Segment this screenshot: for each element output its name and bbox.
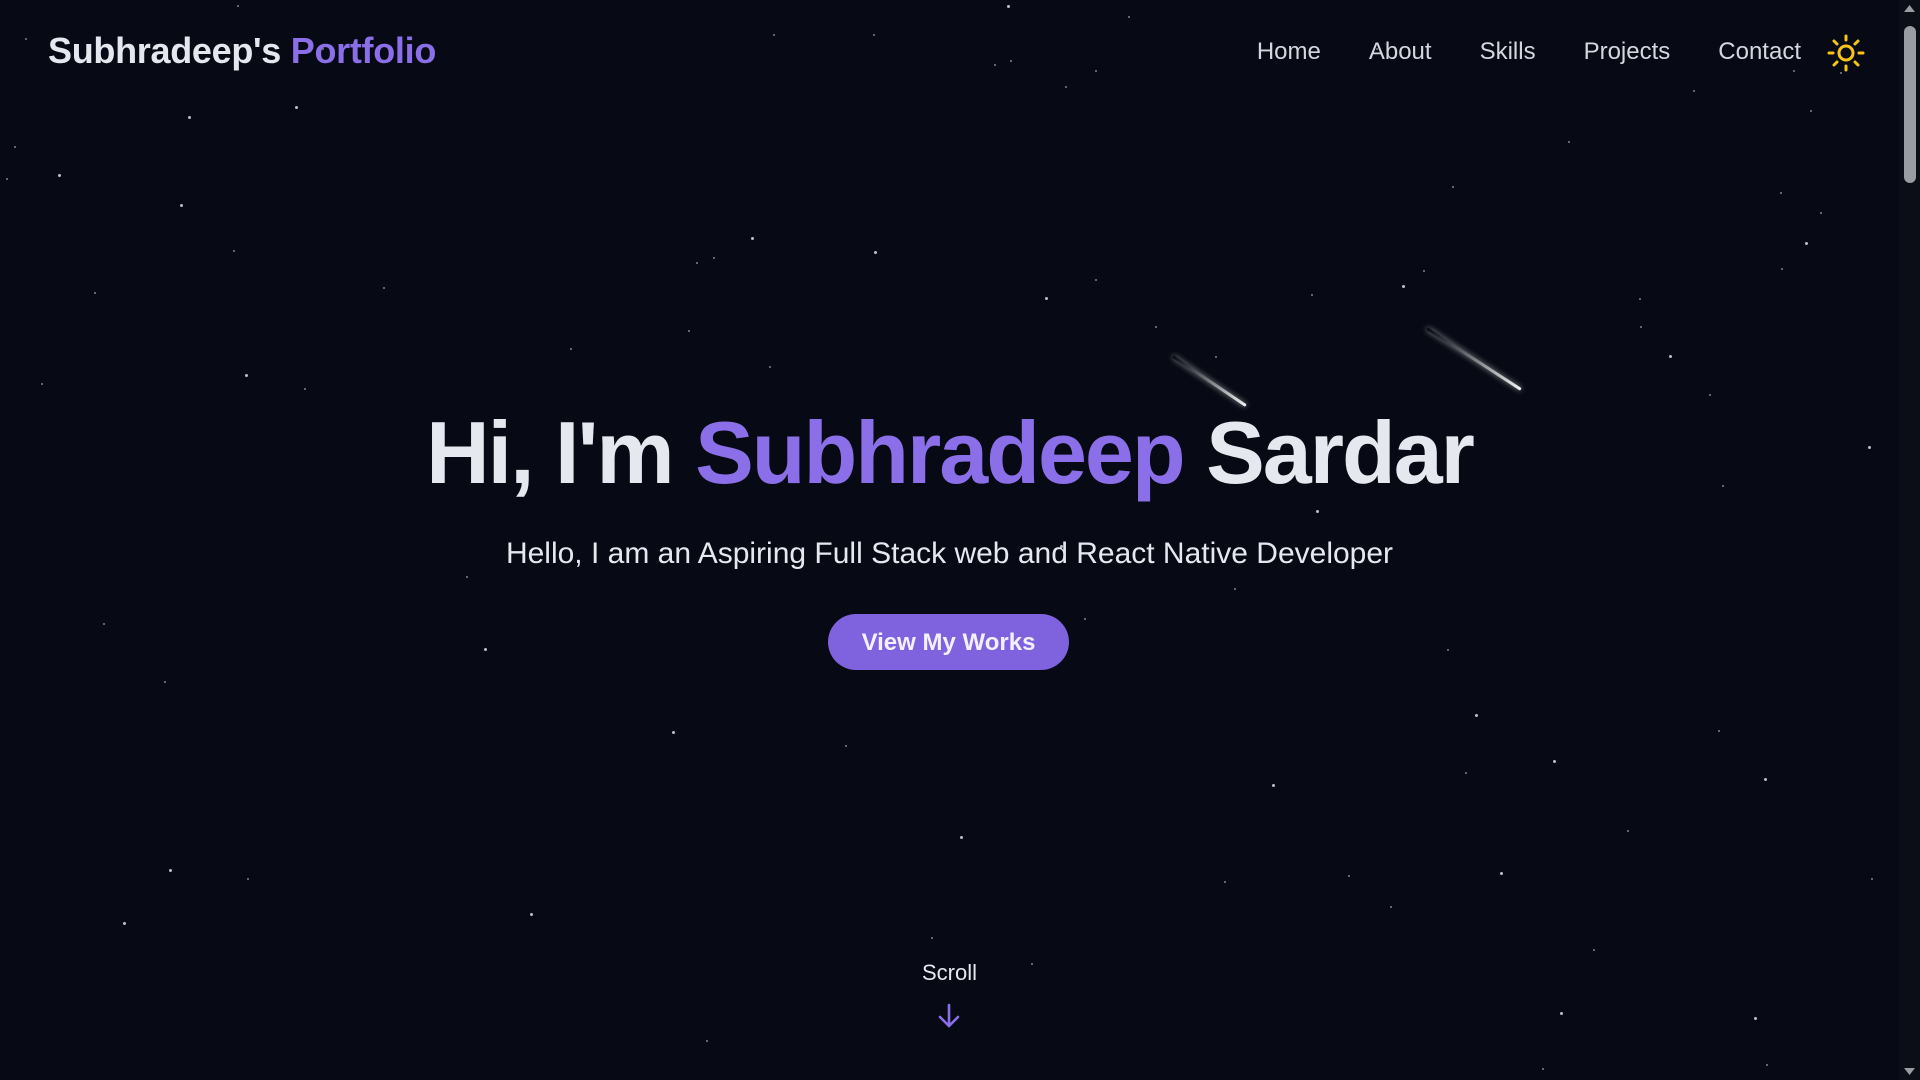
star bbox=[233, 250, 235, 252]
page-scrollbar[interactable] bbox=[1899, 0, 1920, 1080]
hero-title: Hi, I'm Subhradeep Sardar bbox=[0, 402, 1899, 504]
star bbox=[103, 623, 105, 625]
star bbox=[169, 869, 172, 872]
arrow-down-icon[interactable] bbox=[937, 1003, 961, 1029]
star bbox=[769, 366, 771, 368]
star bbox=[960, 836, 963, 839]
nav-link-contact[interactable]: Contact bbox=[1718, 38, 1801, 66]
star bbox=[874, 251, 877, 254]
nav-link-home[interactable]: Home bbox=[1257, 38, 1321, 66]
star bbox=[1084, 618, 1086, 620]
hero-subtitle: Hello, I am an Aspiring Full Stack web a… bbox=[505, 537, 1394, 570]
star bbox=[1215, 356, 1217, 358]
star bbox=[1718, 730, 1720, 732]
brand-accent: Portfolio bbox=[290, 30, 437, 71]
star bbox=[1155, 326, 1157, 328]
star bbox=[1709, 394, 1711, 396]
nav-link-about[interactable]: About bbox=[1369, 38, 1432, 66]
hero-first-name: Subhradeep bbox=[695, 403, 1186, 502]
star bbox=[41, 383, 43, 385]
star bbox=[1871, 878, 1873, 880]
viewport: Subhradeep's Portfolio Home About Skills… bbox=[0, 0, 1899, 1080]
star bbox=[1234, 588, 1236, 590]
star bbox=[1820, 212, 1822, 214]
star bbox=[1639, 298, 1641, 300]
star bbox=[94, 292, 96, 294]
star bbox=[1669, 355, 1672, 358]
star bbox=[484, 648, 487, 651]
star bbox=[14, 146, 16, 148]
star bbox=[1781, 268, 1783, 270]
sun-icon bbox=[1827, 34, 1865, 72]
star bbox=[1311, 294, 1313, 296]
star bbox=[383, 287, 385, 289]
star bbox=[672, 731, 675, 734]
star bbox=[1542, 1068, 1544, 1070]
star bbox=[1553, 760, 1556, 763]
nav-link-projects[interactable]: Projects bbox=[1584, 38, 1671, 66]
star bbox=[1593, 949, 1595, 951]
hero-last-name: Sardar bbox=[1206, 403, 1475, 502]
star bbox=[1780, 192, 1782, 194]
star bbox=[1568, 141, 1570, 143]
nav-links: Home About Skills Projects Contact bbox=[1257, 38, 1801, 66]
star bbox=[245, 374, 248, 377]
star bbox=[1402, 285, 1405, 288]
star bbox=[1764, 778, 1767, 781]
star bbox=[247, 878, 249, 880]
shooting-star bbox=[1426, 327, 1522, 391]
star bbox=[751, 237, 754, 240]
brand-logo[interactable]: Subhradeep's Portfolio bbox=[48, 30, 436, 72]
view-my-works-button[interactable]: View My Works bbox=[828, 614, 1069, 670]
star bbox=[304, 388, 306, 390]
star bbox=[1560, 1012, 1563, 1015]
star bbox=[1224, 881, 1226, 883]
star bbox=[123, 922, 126, 925]
star bbox=[696, 262, 698, 264]
portfolio-page: Subhradeep's Portfolio Home About Skills… bbox=[0, 0, 1920, 1080]
scroll-label[interactable]: Scroll bbox=[0, 960, 1899, 986]
star bbox=[1390, 906, 1392, 908]
star bbox=[1316, 510, 1319, 513]
star bbox=[180, 204, 183, 207]
star bbox=[706, 1040, 708, 1042]
star bbox=[931, 937, 933, 939]
star bbox=[530, 913, 533, 916]
navbar: Subhradeep's Portfolio Home About Skills… bbox=[0, 0, 1899, 112]
star bbox=[713, 257, 715, 259]
star bbox=[1423, 270, 1425, 272]
hero-greeting: Hi, I'm bbox=[426, 403, 675, 502]
star bbox=[6, 178, 8, 180]
star bbox=[1640, 326, 1642, 328]
star bbox=[1475, 714, 1478, 717]
star bbox=[688, 330, 690, 332]
star bbox=[188, 116, 191, 119]
star bbox=[58, 174, 61, 177]
star bbox=[164, 681, 166, 683]
brand-name: Subhradeep's bbox=[48, 30, 282, 71]
theme-toggle-button[interactable] bbox=[1827, 34, 1865, 72]
star bbox=[1627, 830, 1629, 832]
scroll-up-button[interactable] bbox=[1899, 0, 1920, 18]
star bbox=[845, 745, 847, 747]
star bbox=[1754, 1017, 1757, 1020]
star bbox=[570, 348, 572, 350]
star bbox=[1452, 186, 1454, 188]
star bbox=[1348, 875, 1350, 877]
nav-link-skills[interactable]: Skills bbox=[1480, 38, 1536, 66]
star bbox=[1465, 772, 1467, 774]
star bbox=[466, 576, 468, 578]
scroll-down-button[interactable] bbox=[1899, 1062, 1920, 1080]
scrollbar-thumb[interactable] bbox=[1904, 26, 1916, 183]
star bbox=[1805, 242, 1808, 245]
star bbox=[1272, 784, 1275, 787]
star bbox=[1045, 297, 1048, 300]
star bbox=[1500, 872, 1503, 875]
star bbox=[1766, 1064, 1768, 1066]
star bbox=[1095, 279, 1097, 281]
shooting-star bbox=[1172, 355, 1247, 407]
star bbox=[1447, 649, 1449, 651]
